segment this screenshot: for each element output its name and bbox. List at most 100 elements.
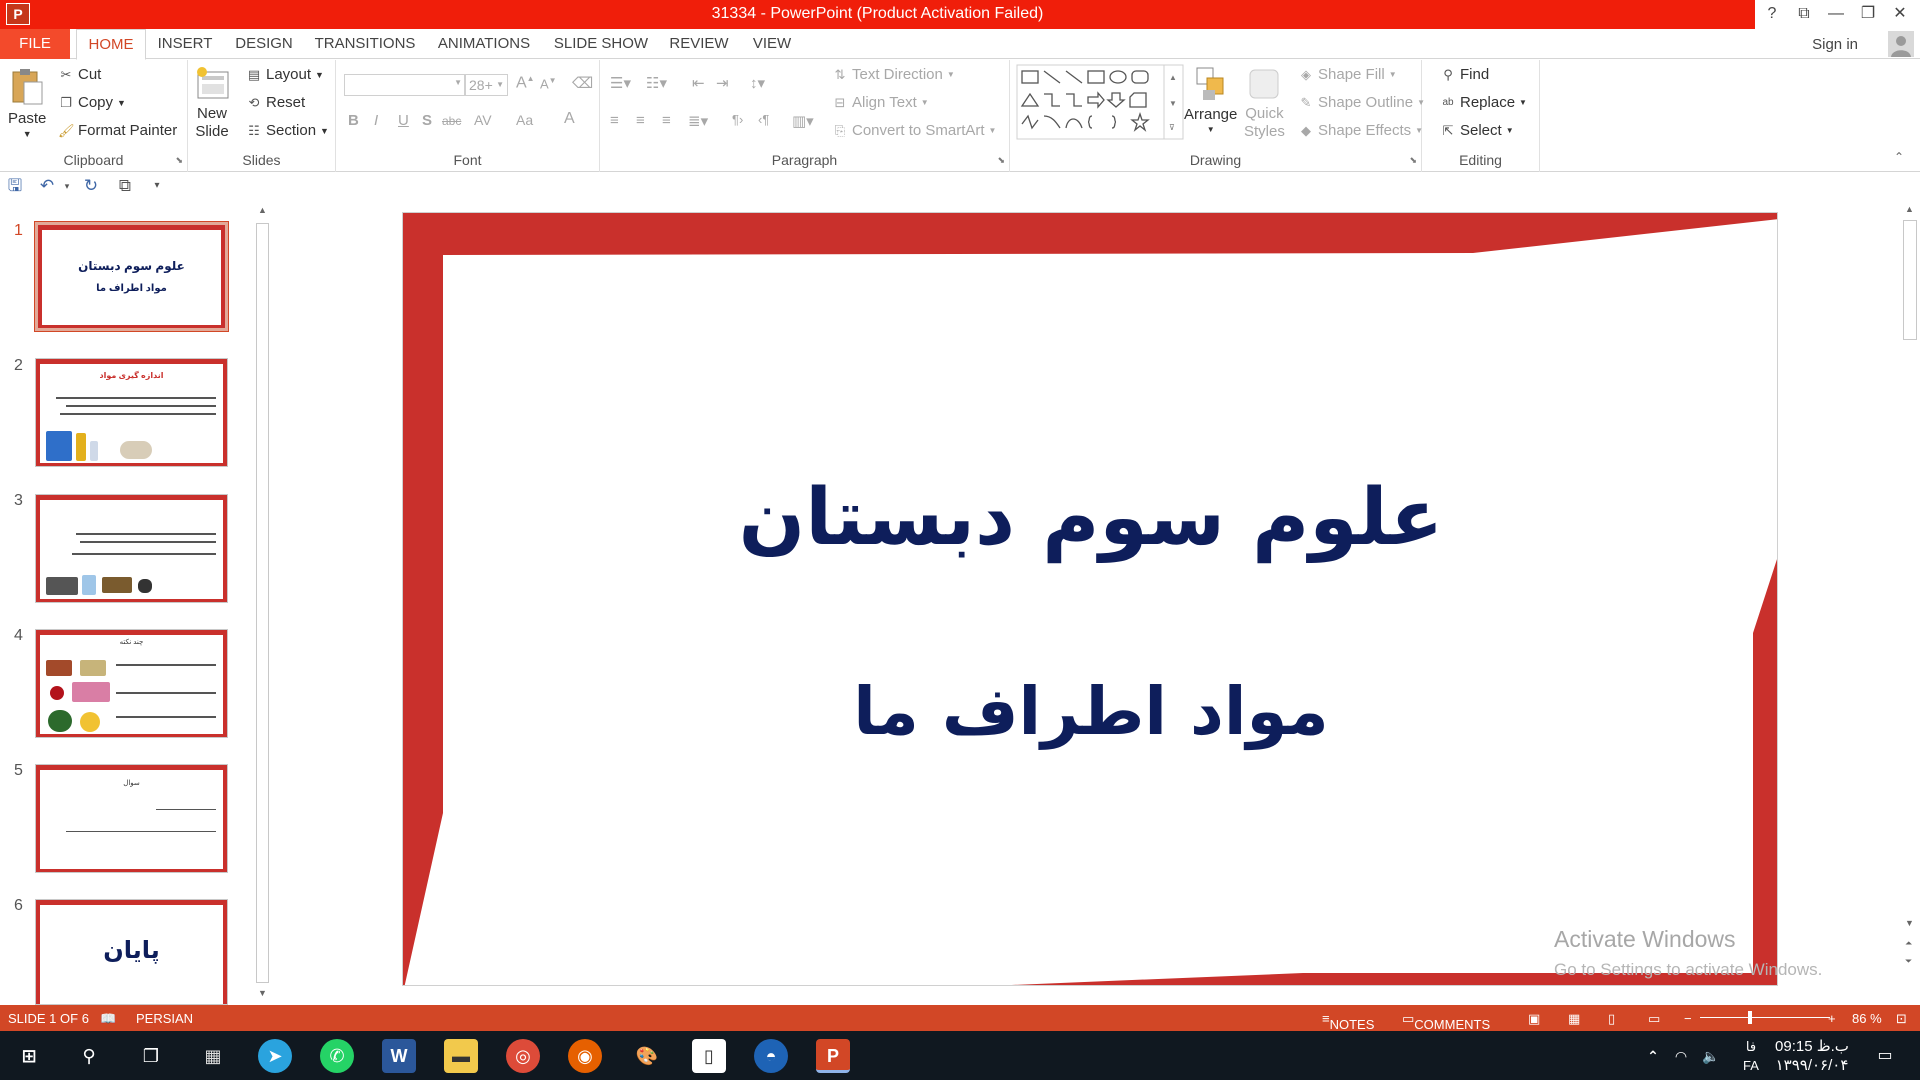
- comments-button[interactable]: ▭ COMMENTS: [1402, 1011, 1490, 1032]
- bullets-icon[interactable]: ☰▾: [610, 74, 631, 92]
- ltr-icon[interactable]: ¶›: [732, 112, 743, 127]
- zoom-level[interactable]: 86 %: [1852, 1011, 1882, 1026]
- telegram-icon[interactable]: ➤: [258, 1039, 292, 1073]
- chrome-icon[interactable]: ◎: [506, 1039, 540, 1073]
- word-icon[interactable]: W: [382, 1039, 416, 1073]
- shapes-gallery[interactable]: ▲ ▼ ⊽: [1016, 64, 1186, 140]
- slide-thumbnail-4[interactable]: چند نکته: [35, 629, 228, 738]
- search-icon[interactable]: ⚲: [72, 1039, 106, 1073]
- close-button[interactable]: ✕: [1886, 2, 1914, 26]
- arrange-button[interactable]: Arrange ▼: [1184, 64, 1237, 134]
- input-language[interactable]: فا FA: [1736, 1037, 1766, 1075]
- tab-animations[interactable]: ANIMATIONS: [430, 29, 538, 59]
- find-button[interactable]: ⚲ Find: [1440, 66, 1489, 83]
- font-size-dropdown-icon[interactable]: ▼: [496, 80, 504, 89]
- shape-fill-button[interactable]: ◈ Shape Fill ▼: [1298, 66, 1397, 83]
- redo-icon[interactable]: ↻: [80, 175, 102, 197]
- notes-button[interactable]: ≡ NOTES: [1322, 1011, 1374, 1032]
- layout-button[interactable]: ▤ Layout ▼: [246, 66, 324, 83]
- align-center-icon[interactable]: ≡: [636, 112, 645, 129]
- increase-indent-icon[interactable]: ⇥: [716, 74, 729, 92]
- volume-icon[interactable]: 🔈: [1694, 1039, 1728, 1073]
- paint-icon[interactable]: 🎨: [630, 1039, 664, 1073]
- clipboard-launcher-icon[interactable]: ⬊: [175, 155, 183, 166]
- firefox-icon[interactable]: ◉: [568, 1039, 602, 1073]
- zoom-in-button[interactable]: +: [1828, 1011, 1836, 1026]
- app-globe-icon[interactable]: ◓: [754, 1039, 788, 1073]
- underline-button[interactable]: U: [398, 112, 409, 129]
- slideshow-view-icon[interactable]: ▭: [1648, 1011, 1660, 1027]
- scrollbar-thumb[interactable]: [256, 223, 269, 983]
- copy-dropdown-icon[interactable]: ▼: [117, 98, 126, 108]
- numbering-icon[interactable]: ☷▾: [646, 74, 667, 92]
- next-slide-icon[interactable]: ⏷: [1905, 956, 1912, 967]
- wifi-icon[interactable]: ◠: [1664, 1039, 1698, 1073]
- whatsapp-icon[interactable]: ✆: [320, 1039, 354, 1073]
- strikethrough-button[interactable]: abc: [442, 114, 461, 128]
- change-case-button[interactable]: Aa: [516, 112, 533, 128]
- tab-file[interactable]: FILE: [0, 29, 70, 59]
- powerpoint-taskbar-icon[interactable]: P: [816, 1039, 850, 1073]
- increase-font-size-icon[interactable]: A▲: [516, 74, 535, 92]
- shape-outline-button[interactable]: ✎ Shape Outline ▼: [1298, 94, 1425, 111]
- tab-review[interactable]: REVIEW: [664, 29, 734, 59]
- tab-design[interactable]: DESIGN: [228, 29, 300, 59]
- slide-scrollbar[interactable]: ▲ ▼ ⏶ ⏷: [1900, 200, 1920, 1005]
- paste-dropdown-icon[interactable]: ▼: [23, 129, 32, 139]
- zoom-slider[interactable]: [1700, 1017, 1830, 1018]
- shape-effects-button[interactable]: ◆ Shape Effects ▼: [1298, 122, 1423, 139]
- text-direction-button[interactable]: ⇅ Text Direction ▼: [832, 66, 955, 83]
- spelling-icon[interactable]: 📖: [100, 1011, 116, 1027]
- character-spacing-button[interactable]: AV: [474, 112, 492, 128]
- format-painter-button[interactable]: 🖌 Format Painter: [58, 122, 177, 139]
- decrease-indent-icon[interactable]: ⇤: [692, 74, 705, 92]
- paragraph-launcher-icon[interactable]: ⬊: [997, 155, 1005, 166]
- start-slideshow-icon[interactable]: ⧉: [114, 175, 136, 197]
- slide-canvas[interactable]: علوم سوم دبستان مواد اطراف ما: [402, 212, 1778, 986]
- scroll-down-icon[interactable]: ▼: [258, 988, 267, 998]
- scroll-up-icon[interactable]: ▲: [258, 205, 267, 215]
- section-button[interactable]: ☷ Section ▼: [246, 122, 329, 139]
- columns-icon[interactable]: ▥▾: [792, 112, 814, 130]
- tab-view[interactable]: VIEW: [746, 29, 798, 59]
- customize-qat-icon[interactable]: ▾: [146, 175, 168, 197]
- slide-sorter-icon[interactable]: ▦: [1568, 1011, 1580, 1027]
- slide-thumbnail-5[interactable]: سوال: [35, 764, 228, 873]
- notifications-icon[interactable]: ▭: [1868, 1039, 1902, 1073]
- help-icon[interactable]: ?: [1758, 2, 1786, 26]
- new-slide-button[interactable]: New Slide: [194, 64, 230, 140]
- scrollbar-thumb[interactable]: [1903, 220, 1917, 340]
- tab-insert[interactable]: INSERT: [155, 29, 215, 59]
- font-name-dropdown-icon[interactable]: ▼: [454, 78, 462, 87]
- tab-home[interactable]: HOME: [76, 29, 146, 60]
- undo-dropdown-icon[interactable]: ▾: [56, 175, 78, 197]
- drawing-launcher-icon[interactable]: ⬊: [1409, 155, 1417, 166]
- replace-button[interactable]: ab Replace ▼: [1440, 94, 1527, 111]
- rtl-icon[interactable]: ‹¶: [758, 112, 769, 127]
- text-shadow-button[interactable]: S: [422, 112, 432, 129]
- sign-in-link[interactable]: Sign in: [1812, 36, 1858, 53]
- slide-thumbnail-2[interactable]: اندازه گیری مواد: [35, 358, 228, 467]
- align-right-icon[interactable]: ≡: [662, 112, 671, 129]
- collapse-ribbon-icon[interactable]: ⌃: [1894, 150, 1904, 164]
- select-button[interactable]: ⇱ Select ▼: [1440, 122, 1514, 139]
- tab-transitions[interactable]: TRANSITIONS: [312, 29, 418, 59]
- paste-button[interactable]: Paste ▼: [8, 66, 46, 139]
- system-clock[interactable]: 09:15 ب.ظ ۱۳۹۹/۰۶/۰۴: [1772, 1037, 1852, 1075]
- normal-view-icon[interactable]: ▣: [1528, 1011, 1540, 1027]
- slide-subtitle[interactable]: مواد اطراف ما: [403, 673, 1777, 750]
- font-color-button[interactable]: A: [564, 110, 575, 128]
- fit-to-window-icon[interactable]: ⊡: [1896, 1011, 1907, 1027]
- convert-smartart-button[interactable]: ⎘ Convert to SmartArt ▼: [832, 122, 997, 139]
- language-indicator[interactable]: PERSIAN: [136, 1011, 193, 1026]
- italic-button[interactable]: I: [374, 112, 378, 129]
- restore-button[interactable]: ❐: [1854, 2, 1882, 26]
- thumbnails-scrollbar[interactable]: ▲ ▼: [254, 205, 271, 1000]
- calculator-icon[interactable]: ▦: [196, 1039, 230, 1073]
- quick-styles-button[interactable]: Quick Styles: [1244, 64, 1285, 140]
- user-avatar-icon[interactable]: [1888, 31, 1914, 57]
- slide-thumbnail-6[interactable]: پایان: [35, 899, 228, 1005]
- document-icon[interactable]: ▯: [692, 1039, 726, 1073]
- slide-title[interactable]: علوم سوم دبستان: [403, 473, 1777, 563]
- clear-formatting-icon[interactable]: ⌫: [572, 74, 593, 92]
